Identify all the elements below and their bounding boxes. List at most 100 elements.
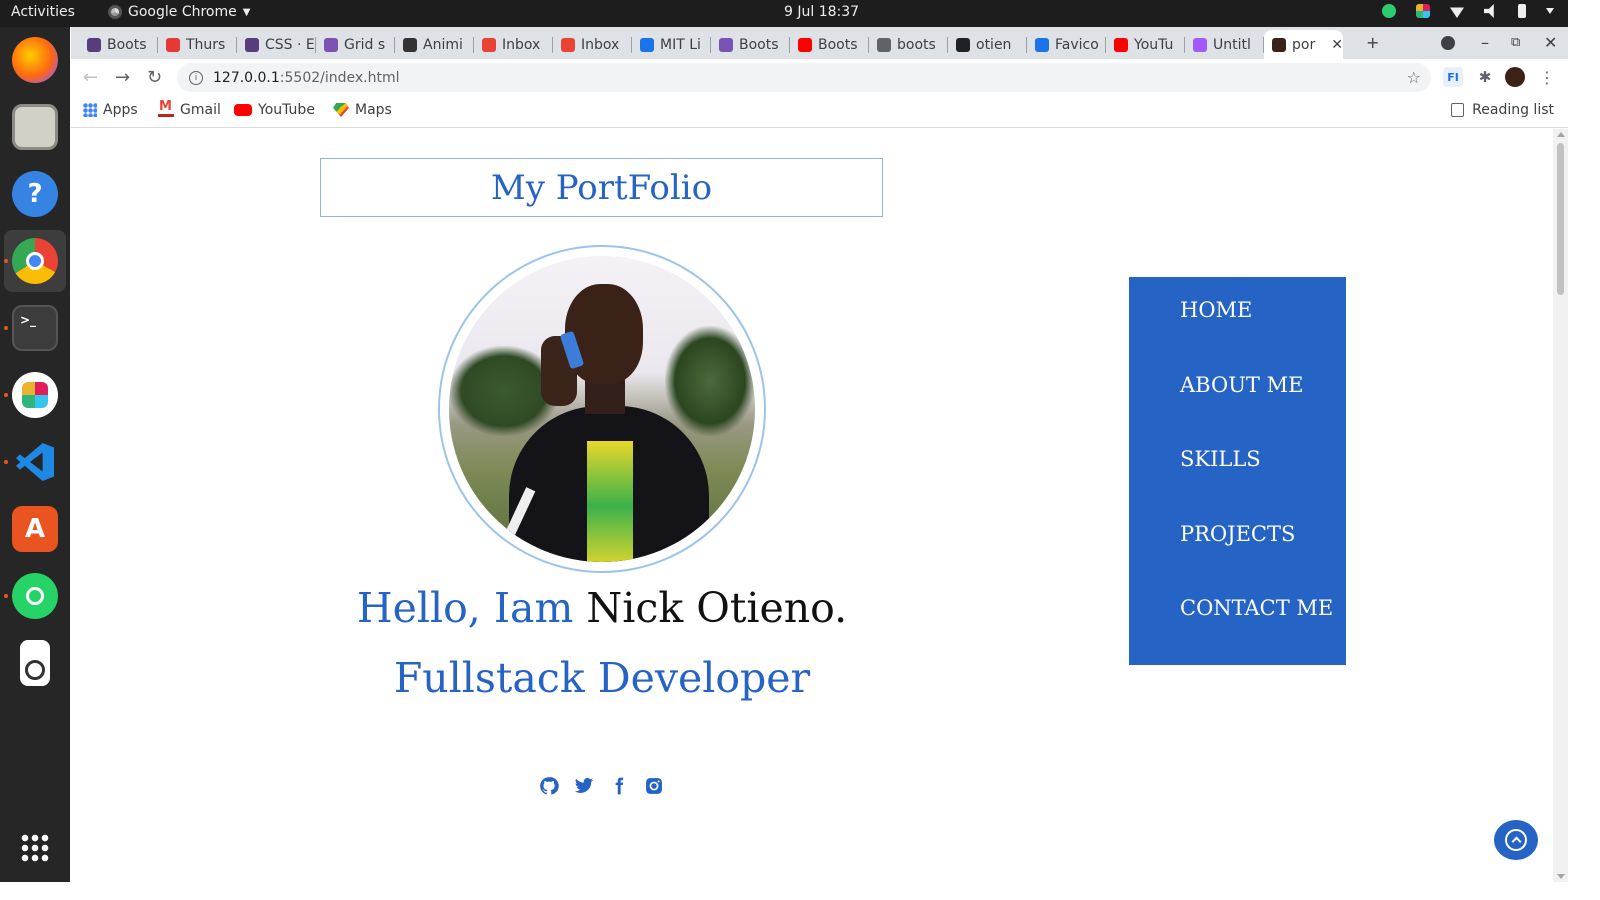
- restore-button[interactable]: ⧉: [1511, 35, 1520, 50]
- greeting-name: Nick Otieno.: [586, 584, 848, 632]
- profile-avatar[interactable]: [1505, 67, 1525, 87]
- close-tab-icon[interactable]: ✕: [1331, 37, 1343, 53]
- bookmark-gmail[interactable]: Gmail: [158, 99, 221, 118]
- site-info-icon[interactable]: i: [189, 70, 203, 85]
- instagram-icon[interactable]: [643, 775, 665, 797]
- minimize-button[interactable]: –: [1481, 33, 1489, 52]
- tab[interactable]: Favico: [1027, 30, 1106, 59]
- software-center-icon[interactable]: A: [12, 506, 58, 552]
- tab[interactable]: CSS · E: [237, 30, 316, 59]
- tab[interactable]: Thurs: [158, 30, 237, 59]
- nav-home[interactable]: HOME: [1180, 298, 1252, 322]
- reading-list-button[interactable]: Reading list: [1451, 102, 1554, 118]
- new-tab-button[interactable]: +: [1366, 33, 1379, 52]
- chrome-icon: [108, 5, 122, 19]
- tab-label: Boots: [818, 36, 858, 53]
- app-menu[interactable]: Google Chrome ▼: [108, 4, 250, 20]
- tab[interactable]: boots: [869, 30, 948, 59]
- tab-search-icon[interactable]: [1441, 36, 1455, 50]
- extension-fi-icon[interactable]: FI: [1443, 67, 1463, 87]
- bootstrap-icon: [719, 37, 733, 52]
- bootstrap-icon: [245, 37, 259, 52]
- tab[interactable]: Boots: [790, 30, 869, 59]
- bookmark-star-icon[interactable]: ☆: [1407, 68, 1421, 87]
- tab-active[interactable]: por ✕: [1264, 30, 1343, 59]
- globe-icon: [877, 37, 891, 52]
- tab[interactable]: Inbox: [553, 30, 632, 59]
- facebook-icon[interactable]: [608, 775, 630, 797]
- scroll-down-arrow[interactable]: [1557, 874, 1565, 879]
- back-to-top-button[interactable]: [1494, 820, 1538, 860]
- close-window-button[interactable]: ✕: [1544, 33, 1557, 52]
- tab[interactable]: Boots: [711, 30, 790, 59]
- scroll-up-arrow[interactable]: [1557, 132, 1565, 137]
- back-button[interactable]: ←: [83, 67, 98, 88]
- terminal-icon[interactable]: >_: [12, 305, 58, 351]
- kebab-menu-icon[interactable]: ⋮: [1537, 67, 1557, 87]
- role-heading: Fullstack Developer: [393, 654, 811, 702]
- whatsapp-tray-icon[interactable]: [1382, 4, 1396, 18]
- firefox-icon[interactable]: [12, 37, 58, 83]
- tab-label: Boots: [107, 36, 147, 53]
- running-indicator: [4, 594, 8, 598]
- running-indicator: [4, 326, 8, 330]
- tab[interactable]: YouTu: [1106, 30, 1185, 59]
- wifi-icon[interactable]: [1450, 7, 1464, 18]
- bookmark-label: Gmail: [180, 102, 221, 118]
- animista-icon: [403, 37, 417, 52]
- show-apps-icon[interactable]: [12, 825, 58, 871]
- tab[interactable]: otien: [948, 30, 1027, 59]
- bootstrap-icon: [324, 37, 338, 52]
- running-indicator: [4, 259, 8, 263]
- help-icon[interactable]: ?: [12, 171, 58, 217]
- tab[interactable]: MIT Li: [632, 30, 711, 59]
- bookmark-youtube[interactable]: YouTube: [234, 102, 315, 118]
- chrome-icon[interactable]: [12, 238, 58, 284]
- tab-strip: Boots Thurs CSS · E Grid s Animi Inbox Inbox MI…: [71, 27, 1568, 59]
- system-tray[interactable]: [1382, 4, 1554, 18]
- scrollbar-thumb[interactable]: [1557, 143, 1564, 295]
- files-icon[interactable]: [12, 104, 58, 150]
- nav-about-me[interactable]: ABOUT ME: [1180, 373, 1303, 397]
- bookmark-apps[interactable]: Apps: [83, 102, 138, 118]
- page-scrollbar[interactable]: [1553, 129, 1568, 882]
- tab-label: Boots: [739, 36, 779, 53]
- tab-label: Inbox: [502, 36, 541, 53]
- tab[interactable]: Untitl: [1185, 30, 1264, 59]
- chevron-down-icon[interactable]: [1546, 8, 1554, 14]
- tab[interactable]: Boots: [79, 30, 158, 59]
- nav-projects[interactable]: PROJECTS: [1180, 522, 1295, 546]
- reading-list-icon: [1451, 103, 1465, 117]
- activities-button[interactable]: Activities: [11, 4, 75, 20]
- code-icon: [640, 37, 654, 52]
- reload-button[interactable]: ↻: [147, 67, 162, 88]
- system-clock[interactable]: 9 Jul 18:37: [784, 4, 859, 20]
- maps-icon: [333, 103, 349, 117]
- vscode-icon[interactable]: [12, 439, 58, 485]
- media-player-icon[interactable]: [20, 640, 50, 686]
- running-indicator: [4, 393, 8, 397]
- tab[interactable]: Inbox: [474, 30, 553, 59]
- bookmark-label: Apps: [103, 102, 138, 118]
- battery-icon[interactable]: [1518, 4, 1526, 18]
- extensions-puzzle-icon[interactable]: ✱: [1475, 67, 1495, 87]
- nav-skills[interactable]: SKILLS: [1180, 447, 1261, 471]
- tab-label: MIT Li: [660, 36, 701, 53]
- tab[interactable]: Grid s: [316, 30, 395, 59]
- bookmark-label: YouTube: [258, 102, 315, 118]
- bookmark-maps[interactable]: Maps: [333, 102, 392, 118]
- profile-photo-image: [449, 256, 755, 562]
- slack-icon[interactable]: [12, 372, 58, 418]
- tab-label: Inbox: [581, 36, 620, 53]
- whatsapp-icon[interactable]: [12, 573, 58, 619]
- github-icon[interactable]: [538, 775, 560, 797]
- tab[interactable]: Animi: [395, 30, 474, 59]
- nav-contact-me[interactable]: CONTACT ME: [1180, 596, 1333, 620]
- slack-tray-icon[interactable]: [1416, 4, 1430, 18]
- forward-button[interactable]: →: [115, 67, 130, 88]
- volume-icon[interactable]: [1484, 4, 1494, 18]
- address-bar[interactable]: i 127.0.0.1:5502/index.html ☆: [177, 63, 1431, 92]
- chevron-down-icon: ▼: [242, 6, 251, 18]
- twitter-icon[interactable]: [573, 775, 595, 797]
- tab-label: boots: [897, 36, 936, 53]
